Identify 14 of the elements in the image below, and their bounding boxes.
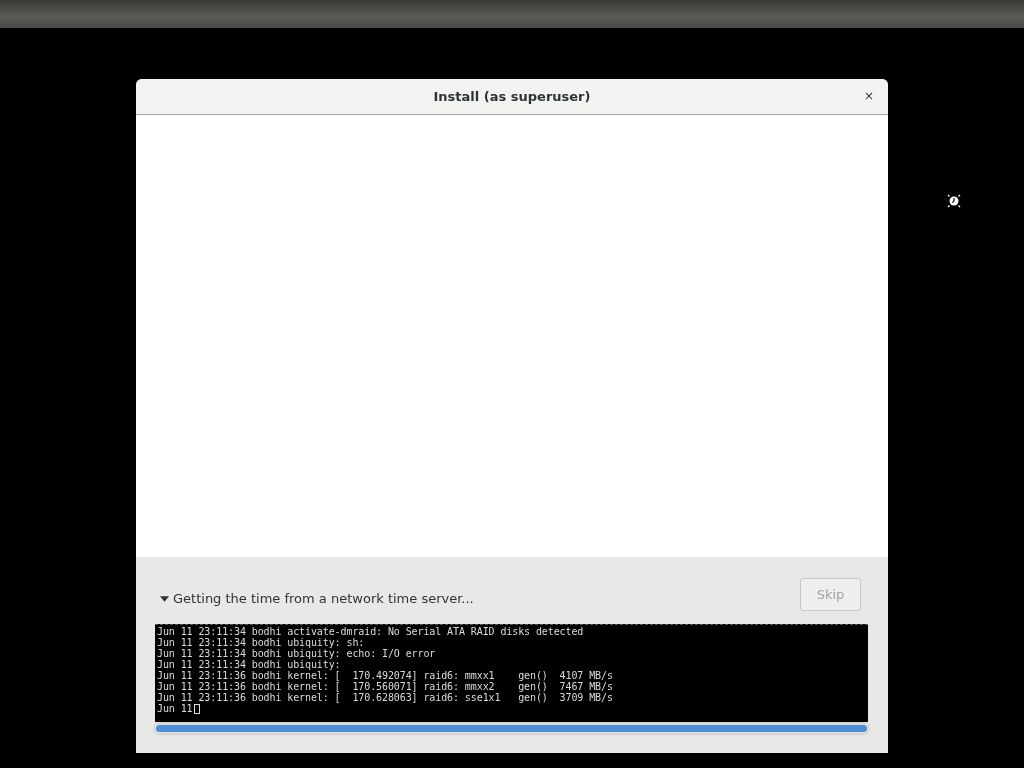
log-line: Jun 11 23:11:34 bodhi ubiquity: sh: <box>157 637 365 648</box>
window-title: Install (as superuser) <box>433 89 591 104</box>
log-line: Jun 11 23:11:34 bodhi ubiquity: <box>157 659 342 670</box>
clock-cursor-icon <box>946 194 962 208</box>
log-line: Jun 11 23:11:34 bodhi activate-dmraid: No Serial ATA RAID disks detected <box>157 626 585 637</box>
log-line: Jun 11 23:11:36 bodhi kernel: [ 170.560071] raid6: mmxx2 gen() 7467 MB/s <box>157 681 614 692</box>
log-line: Jun 11 23:11:36 bodhi kernel: [ 170.492074] raid6: mmxx1 gen() 4107 MB/s <box>157 670 614 681</box>
text-cursor-icon <box>193 703 200 714</box>
log-line: Jun 11 23:11:34 bodhi ubiquity: echo: I/O error <box>157 648 437 659</box>
log-line: Jun 11 23:11:36 bodhi kernel: [ 170.628063] raid6: sse1x1 gen() 3709 MB/s <box>157 692 614 703</box>
status-label: Getting the time from a network time server... <box>173 591 474 606</box>
close-button[interactable]: × <box>861 88 876 104</box>
log-line: Jun 11 <box>157 703 193 714</box>
expander-arrow-icon[interactable] <box>160 595 169 602</box>
